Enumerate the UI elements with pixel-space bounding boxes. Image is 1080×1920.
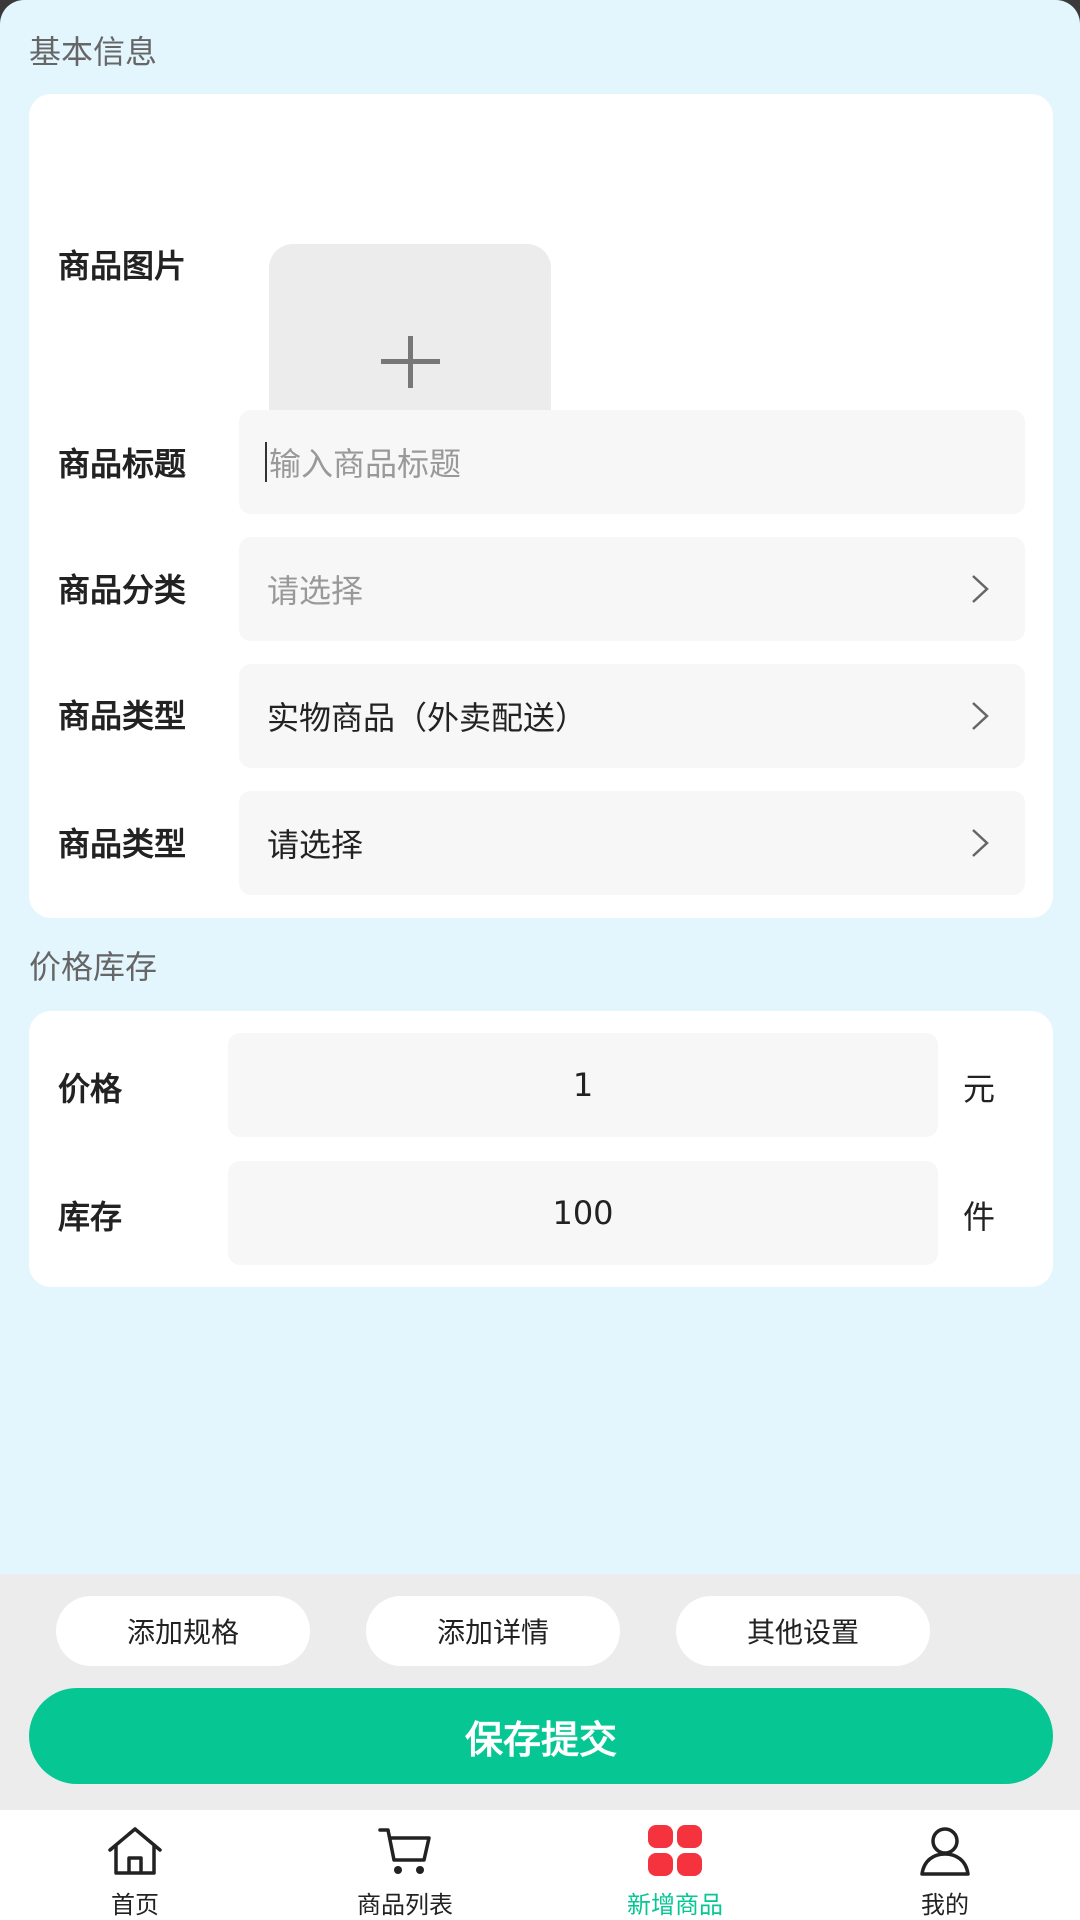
type-label: 商品类型: [58, 697, 187, 735]
chevron-right-icon: [972, 575, 989, 603]
tab-product-list[interactable]: 商品列表: [270, 1810, 540, 1920]
basic-info-card: 商品图片 商品标题 输入商品标题 商品分类 请选择 商品类型 实物商品（外卖配送…: [29, 94, 1053, 918]
user-icon: [920, 1827, 970, 1876]
chevron-right-icon: [972, 702, 989, 730]
add-spec-button[interactable]: 添加规格: [56, 1596, 310, 1666]
category-select[interactable]: 请选择: [239, 537, 1025, 641]
other-settings-button[interactable]: 其他设置: [676, 1596, 930, 1666]
stock-input[interactable]: 100: [228, 1161, 938, 1265]
section-title-price: 价格库存: [29, 948, 158, 986]
bottom-tab-bar: 首页 商品列表 新增商品 我的: [0, 1810, 1080, 1920]
type2-label: 商品类型: [58, 825, 187, 863]
price-unit: 元: [963, 1070, 996, 1108]
price-stock-card: 价格 1 元 库存 100 件: [29, 1011, 1053, 1287]
plus-icon: [381, 336, 440, 388]
tab-home[interactable]: 首页: [0, 1810, 270, 1920]
title-label: 商品标题: [58, 445, 187, 483]
home-icon: [108, 1827, 162, 1875]
text-caret: [265, 442, 267, 482]
tab-mine-label: 我的: [921, 1891, 969, 1919]
title-placeholder: 输入商品标题: [269, 445, 462, 483]
cart-icon: [378, 1828, 431, 1874]
type2-value: 请选择: [267, 826, 364, 864]
chevron-right-icon: [972, 829, 989, 857]
type-value: 实物商品（外卖配送）: [267, 699, 588, 737]
phone-screen: 基本信息 商品图片 商品标题 输入商品标题 商品分类 请选择 商品类型 实物商品…: [0, 0, 1080, 1920]
save-submit-button[interactable]: 保存提交: [29, 1688, 1053, 1784]
tab-add-product-label: 新增商品: [627, 1891, 723, 1919]
tab-home-label: 首页: [111, 1891, 159, 1919]
type2-select[interactable]: 请选择: [239, 791, 1025, 895]
stock-label: 库存: [58, 1198, 123, 1236]
title-input[interactable]: 输入商品标题: [239, 410, 1025, 514]
add-detail-button[interactable]: 添加详情: [366, 1596, 620, 1666]
stock-unit: 件: [963, 1198, 996, 1236]
grid-icon: [648, 1825, 702, 1876]
tab-add-product[interactable]: 新增商品: [540, 1810, 810, 1920]
price-input[interactable]: 1: [228, 1033, 938, 1137]
section-title-basic: 基本信息: [29, 33, 158, 71]
image-label: 商品图片: [58, 247, 187, 285]
category-label: 商品分类: [58, 571, 187, 609]
tab-product-list-label: 商品列表: [357, 1891, 453, 1919]
tab-mine[interactable]: 我的: [810, 1810, 1080, 1920]
type-select[interactable]: 实物商品（外卖配送）: [239, 664, 1025, 768]
price-label: 价格: [58, 1070, 123, 1108]
category-value: 请选择: [267, 572, 364, 610]
